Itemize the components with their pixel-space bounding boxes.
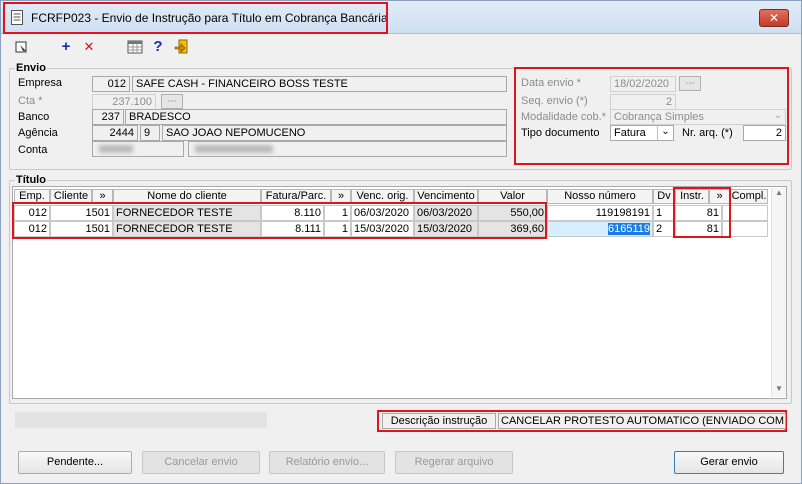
main-window: FCRFP023 - Envio de Instrução para Títul…: [0, 0, 802, 484]
add-icon[interactable]: +: [57, 39, 75, 55]
descricao-label: Descrição instrução: [382, 413, 496, 429]
calculator-icon[interactable]: [126, 39, 144, 55]
relatorio-envio-button[interactable]: Relatório envio...: [269, 451, 385, 474]
titulo-title: Título: [15, 174, 47, 186]
agencia-name-field: SAO JOAO NEPOMUCENO: [162, 125, 507, 141]
banco-code-field[interactable]: 237: [92, 109, 124, 125]
envio-title: Envio: [15, 62, 47, 74]
table-row-1-nosso-numero[interactable]: 119198191: [547, 205, 653, 221]
highlight-rows: [12, 202, 547, 239]
seq-envio-field: 2: [610, 94, 676, 110]
exit-icon[interactable]: [13, 39, 31, 55]
delete-icon[interactable]: ✕: [80, 39, 98, 55]
modalidade-value: Cobrança Simples: [614, 111, 704, 123]
date-picker-button[interactable]: ⋯: [679, 76, 701, 91]
conta-label: Conta: [18, 144, 48, 156]
pendente-button[interactable]: Pendente...: [18, 451, 132, 474]
gerar-envio-button[interactable]: Gerar envio: [674, 451, 784, 474]
tipo-documento-value: Fatura: [614, 127, 646, 139]
tipo-documento-label: Tipo documento: [521, 127, 600, 139]
export-icon[interactable]: [173, 39, 191, 55]
cta-field[interactable]: 237.100: [92, 94, 156, 110]
table-row-2-dv[interactable]: 2: [653, 221, 675, 237]
scroll-up-icon[interactable]: ▲: [775, 188, 783, 197]
banco-label: Banco: [18, 111, 50, 123]
modalidade-select[interactable]: Cobrança Simples: [610, 109, 786, 125]
conta-name-field: [188, 141, 507, 157]
table-row-1-dv[interactable]: 1: [653, 205, 675, 221]
status-bar: [15, 412, 267, 428]
cta-lookup-button[interactable]: ⋯: [161, 94, 183, 109]
regerar-arquivo-button[interactable]: Regerar arquivo: [395, 451, 513, 474]
vertical-scrollbar[interactable]: ▲ ▼: [771, 188, 786, 397]
close-button[interactable]: ✕: [759, 9, 789, 27]
banco-name-field: BRADESCO: [125, 109, 507, 125]
conta-number-field[interactable]: [92, 141, 184, 157]
selected-text[interactable]: 6165119: [607, 223, 650, 235]
data-envio-label: Data envio *: [521, 77, 581, 89]
nr-arq-field[interactable]: 2: [743, 125, 786, 141]
highlight-title: [3, 2, 388, 34]
data-envio-field[interactable]: 18/02/2020: [610, 76, 676, 92]
help-icon[interactable]: ?: [149, 39, 167, 55]
highlight-instr: [673, 187, 731, 238]
agencia-label: Agência: [18, 127, 58, 139]
descricao-field: CANCELAR PROTESTO AUTOMATICO (ENVIADO CO…: [498, 413, 786, 429]
column-header-compl[interactable]: Compl.: [730, 189, 768, 204]
cancelar-envio-button[interactable]: Cancelar envio: [142, 451, 260, 474]
chevron-down-icon: ⌄: [773, 110, 783, 121]
table-row-2-nosso-numero[interactable]: 6165119: [547, 221, 653, 237]
cta-label: Cta *: [18, 95, 43, 107]
scroll-down-icon[interactable]: ▼: [775, 384, 783, 393]
empresa-name-field: SAFE CASH - FINANCEIRO BOSS TESTE: [132, 76, 507, 92]
agencia-code-field[interactable]: 2444: [92, 125, 138, 141]
column-header-nosso-numero[interactable]: Nosso número: [547, 189, 653, 204]
seq-envio-label: Seq. envio (*): [521, 95, 588, 107]
agencia-dv-field: 9: [140, 125, 160, 141]
nr-arq-label: Nr. arq. (*): [682, 127, 733, 139]
modalidade-label: Modalidade cob.*: [521, 111, 607, 123]
empresa-code-field[interactable]: 012: [92, 76, 130, 92]
chevron-down-icon: ⌄: [657, 125, 673, 141]
column-header-dv[interactable]: Dv: [653, 189, 675, 204]
empresa-label: Empresa: [18, 77, 63, 89]
